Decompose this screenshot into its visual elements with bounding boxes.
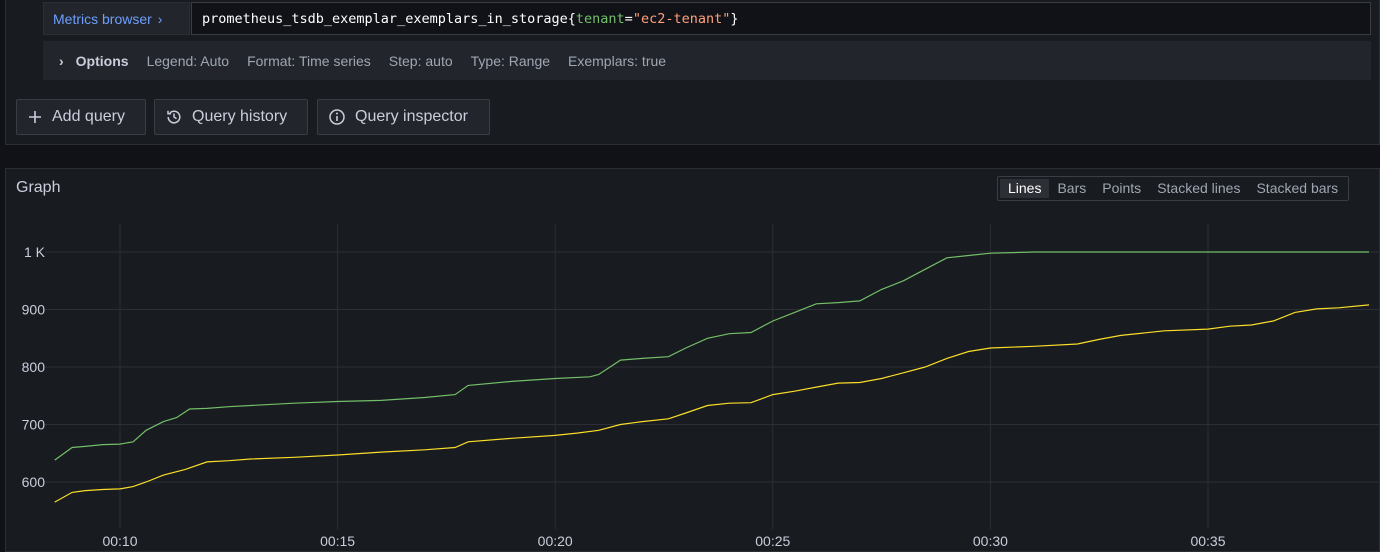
x-tick-label: 00:30 [973,533,1008,549]
options-exemplars: Exemplars: true [568,52,667,69]
query-equals: = [624,10,633,27]
graph-mode-bars[interactable]: Bars [1049,179,1094,198]
query-history-label: Query history [192,108,288,125]
query-inspector-label: Query inspector [355,108,468,125]
graph-title: Graph [16,179,61,196]
query-brace-open: { [567,10,576,27]
series-line-0[interactable] [54,251,1369,461]
graph-mode-group: Lines Bars Points Stacked lines Stacked bars [997,176,1350,201]
options-step: Step: auto [388,52,453,69]
query-label-key: tenant [575,10,625,27]
add-query-button[interactable]: Add query [16,99,146,135]
graph-panel: 600 700 800 900 1 K 00:10 00:15 00:20 00:25 00:30… [5,168,1380,552]
graph-mode-stacked-bars[interactable]: Stacked bars [1248,179,1346,198]
metrics-browser-label: Metrics browser [53,10,152,27]
options-title: Options [75,52,129,69]
x-tick-label: 00:15 [320,533,355,549]
y-tick-label: 700 [22,417,46,433]
x-tick-label: 00:35 [1190,533,1225,549]
graph-mode-lines[interactable]: Lines [1000,179,1050,198]
plus-icon [29,111,41,123]
series-line-1[interactable] [54,304,1370,503]
options-format: Format: Time series [247,52,371,69]
chart[interactable]: 600 700 800 900 1 K 00:10 00:15 00:20 00:25 00:30… [6,169,1379,551]
metrics-browser-button[interactable]: Metrics browser › [43,2,190,35]
history-icon [167,110,181,124]
options-type: Type: Range [470,52,551,69]
add-query-label: Add query [52,108,125,125]
query-inspector-button[interactable]: Query inspector [317,99,490,135]
y-tick-label: 600 [22,474,46,490]
query-input[interactable]: prometheus_tsdb_exemplar_exemplars_in_st… [191,2,1371,35]
options-legend: Legend: Auto [146,52,230,69]
query-options-row[interactable]: › Options Legend: Auto Format: Time seri… [43,41,1371,80]
query-editor-panel: Metrics browser › prometheus_tsdb_exempl… [5,0,1380,145]
query-label-value: "ec2-tenant" [632,10,731,27]
chevron-right-icon: › [157,10,163,27]
query-metric-name: prometheus_tsdb_exemplar_exemplars_in_st… [202,10,568,27]
y-tick-label: 800 [22,359,46,375]
x-tick-label: 00:20 [538,533,573,549]
y-tick-label: 900 [22,302,46,318]
query-brace-close: } [730,10,739,27]
chevron-right-icon: › [59,52,64,69]
graph-mode-stacked-lines[interactable]: Stacked lines [1149,179,1248,198]
graph-mode-points[interactable]: Points [1094,179,1149,198]
y-tick-label: 1 K [24,244,46,260]
query-history-button[interactable]: Query history [154,99,308,135]
x-tick-label: 00:25 [755,533,790,549]
info-icon [329,109,345,125]
x-tick-label: 00:10 [102,533,137,549]
